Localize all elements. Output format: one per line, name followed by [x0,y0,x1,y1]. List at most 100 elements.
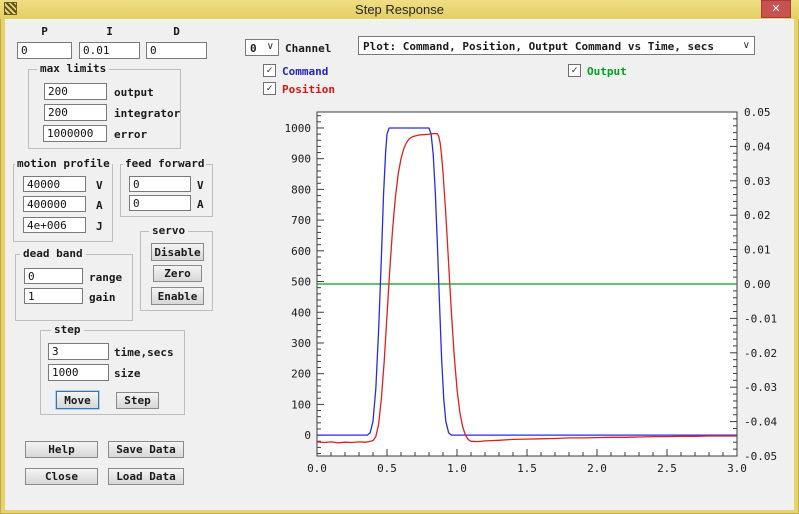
max-limits-group: max limits output integrator error [28,69,181,149]
motion-profile-group: motion profile V A J [13,164,113,242]
svg-text:2.0: 2.0 [587,462,607,475]
profile-v-label: V [96,179,103,192]
svg-text:0.0: 0.0 [307,462,327,475]
profile-j-input[interactable] [23,217,86,233]
svg-text:0.5: 0.5 [377,462,397,475]
svg-text:100: 100 [291,398,311,411]
profile-j-label: J [96,220,103,233]
max-limits-title: max limits [37,62,109,75]
d-input[interactable] [146,42,207,59]
command-checkbox[interactable]: ✓ [263,64,276,77]
step-response-chart: 0.0 0.5 1.0 1.5 2.0 2.5 3.0 0 100 200 300 400 500 600… [255,101,794,501]
svg-text:900: 900 [291,153,311,166]
svg-text:200: 200 [291,368,311,381]
svg-text:0.02: 0.02 [744,209,771,222]
svg-text:1.5: 1.5 [517,462,537,475]
step-button[interactable]: Step [116,392,159,409]
svg-text:0.05: 0.05 [744,106,771,119]
titlebar: Step Response ✕ [0,0,799,19]
command-checkbox-label: Command [282,65,328,78]
window-title: Step Response [0,2,799,17]
max-integrator-input[interactable] [44,104,107,121]
servo-group: servo Disable Zero Enable [140,231,213,311]
save-data-button[interactable]: Save Data [108,441,184,458]
ff-v-label: V [197,179,204,192]
profile-a-input[interactable] [23,196,86,212]
check-icon: ✓ [571,65,577,76]
help-button[interactable]: Help [25,441,98,458]
svg-text:-0.01: -0.01 [744,312,777,325]
svg-text:0.00: 0.00 [744,278,771,291]
svg-text:0.04: 0.04 [744,140,771,153]
max-error-input[interactable] [43,125,107,142]
output-checkbox[interactable]: ✓ [568,64,581,77]
servo-enable-button[interactable]: Enable [151,287,204,305]
servo-disable-button[interactable]: Disable [151,243,204,261]
ff-a-label: A [197,198,204,211]
svg-text:1000: 1000 [285,122,312,135]
dead-band-group: dead band range gain [15,254,133,321]
i-label: I [79,25,140,38]
svg-text:-0.04: -0.04 [744,416,777,429]
svg-text:800: 800 [291,183,311,196]
step-title: step [51,323,84,336]
servo-zero-button[interactable]: Zero [153,265,202,282]
chevron-down-icon: ∨ [743,40,750,51]
deadband-range-input[interactable] [24,268,83,284]
svg-text:0: 0 [304,429,311,442]
ff-a-input[interactable] [129,195,191,211]
deadband-range-label: range [89,271,122,284]
svg-text:600: 600 [291,245,311,258]
ff-v-input[interactable] [129,176,191,192]
position-checkbox[interactable]: ✓ [263,82,276,95]
close-icon: ✕ [771,2,780,15]
svg-text:0.03: 0.03 [744,175,771,188]
motion-profile-title: motion profile [15,157,112,170]
deadband-gain-input[interactable] [24,288,83,304]
p-input[interactable] [17,42,72,59]
svg-text:700: 700 [291,214,311,227]
feed-forward-group: feed forward V A [120,164,213,217]
svg-text:500: 500 [291,276,311,289]
feed-forward-title: feed forward [123,157,206,170]
channel-label: Channel [285,42,331,55]
dead-band-title: dead band [20,247,86,260]
move-button[interactable]: Move [56,391,99,409]
max-integrator-label: integrator [114,107,180,120]
svg-text:2.5: 2.5 [657,462,677,475]
svg-text:300: 300 [291,337,311,350]
close-button-bottom[interactable]: Close [25,468,98,485]
profile-v-input[interactable] [23,176,86,192]
step-group: step time,secs size Move Step [40,330,185,415]
max-output-input[interactable] [44,83,107,100]
i-input[interactable] [79,42,140,59]
max-error-label: error [114,128,147,141]
max-output-label: output [114,86,154,99]
profile-a-label: A [96,199,103,212]
position-checkbox-label: Position [282,83,335,96]
step-size-label: size [114,367,141,380]
p-label: P [17,25,72,38]
svg-text:1.0: 1.0 [447,462,467,475]
svg-text:-0.05: -0.05 [744,450,777,463]
chevron-down-icon: ∨ [267,41,274,52]
servo-title: servo [149,224,188,237]
channel-select[interactable]: 0 ∨ [245,39,279,56]
deadband-gain-label: gain [89,291,116,304]
svg-text:0.01: 0.01 [744,244,771,257]
check-icon: ✓ [266,65,272,76]
channel-value: 0 [250,42,257,55]
svg-text:400: 400 [291,306,311,319]
plot-select-value: Plot: Command, Position, Output Command … [363,40,714,53]
check-icon: ✓ [266,83,272,94]
svg-text:3.0: 3.0 [727,462,747,475]
step-size-input[interactable] [48,364,109,381]
step-time-label: time,secs [114,346,174,359]
load-data-button[interactable]: Load Data [108,468,184,485]
step-time-input[interactable] [48,343,109,360]
plot-select[interactable]: Plot: Command, Position, Output Command … [358,36,755,55]
svg-text:-0.03: -0.03 [744,381,777,394]
svg-text:-0.02: -0.02 [744,347,777,360]
output-checkbox-label: Output [587,65,627,78]
close-button[interactable]: ✕ [761,0,791,18]
